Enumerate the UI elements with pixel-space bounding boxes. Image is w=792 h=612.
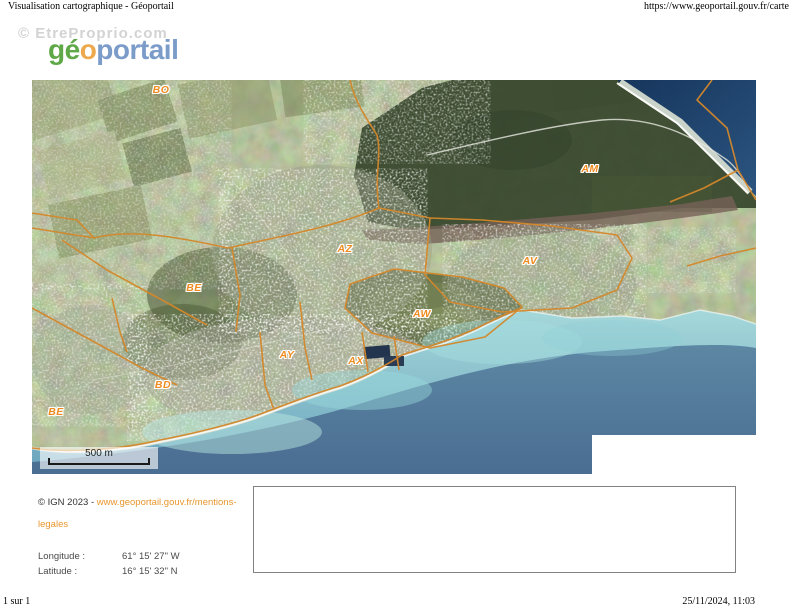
attribution: © IGN 2023 - www.geoportail.gouv.fr/ment… xyxy=(38,492,243,536)
scale-bar: 500 m xyxy=(40,447,158,469)
parcel-label: AZ xyxy=(338,243,353,255)
coordinates-block: Longitude : 61° 15' 27" W Latitude : 16°… xyxy=(38,549,180,579)
geoportail-logo: géoportail xyxy=(48,34,178,66)
parcel-label: BE xyxy=(48,406,64,418)
print-header-title: Visualisation cartographique - Géoportai… xyxy=(8,1,174,12)
print-footer-page-count: 1 sur 1 xyxy=(3,596,30,607)
legend-box xyxy=(253,486,736,573)
longitude-row: Longitude : 61° 15' 27" W xyxy=(38,549,180,564)
logo-part-geo: gé xyxy=(48,34,80,65)
parcel-label: AV xyxy=(523,255,538,267)
aerial-map: BO AM AZ AV BE AW AY AX BD BE 500 m xyxy=(32,80,756,474)
parcel-label: AY xyxy=(280,349,295,361)
latitude-row: Latitude : 16° 15' 32" N xyxy=(38,564,180,579)
print-header-url: https://www.geoportail.gouv.fr/carte xyxy=(644,1,789,12)
latitude-label: Latitude : xyxy=(38,564,122,579)
logo-part-o: o xyxy=(80,34,97,65)
ign-copyright: © IGN 2023 - xyxy=(38,497,97,508)
parcel-label: AM xyxy=(581,163,598,175)
print-footer-datetime: 25/11/2024, 11:03 xyxy=(682,596,755,607)
parcel-label: BO xyxy=(153,84,170,96)
parcel-label: BE xyxy=(186,282,202,294)
scale-bar-line xyxy=(48,458,150,465)
longitude-value: 61° 15' 27" W xyxy=(122,549,180,564)
aerial-imagery xyxy=(32,80,756,474)
longitude-label: Longitude : xyxy=(38,549,122,564)
parcel-label: BD xyxy=(155,379,171,391)
latitude-value: 16° 15' 32" N xyxy=(122,564,177,579)
parcel-label: AW xyxy=(413,308,431,320)
logo-part-portail: portail xyxy=(96,34,178,65)
map-cutout xyxy=(592,435,756,474)
parcel-label: AX xyxy=(348,355,364,367)
